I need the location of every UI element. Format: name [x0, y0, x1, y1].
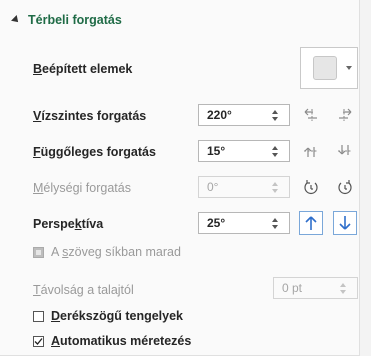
perspective-decrease-button[interactable] [333, 211, 357, 235]
y-rotation-value[interactable]: 15° [199, 144, 269, 158]
chevron-down-icon [346, 66, 352, 70]
autoscale-label: Automatikus méretezés [51, 334, 192, 348]
x-rotation-spinner[interactable]: 220° [198, 104, 290, 126]
spinner-arrows[interactable] [269, 145, 281, 157]
spin-up-icon[interactable] [340, 282, 346, 287]
rotate-left-icon [304, 108, 317, 121]
spin-up-icon[interactable] [272, 109, 278, 114]
rotate-counterclockwise-button[interactable] [299, 175, 323, 199]
spinner-arrows[interactable] [269, 181, 281, 193]
3d-rotation-panel: Térbeli forgatás Beépített elemek Vízszi… [0, 0, 360, 356]
presets-dropdown[interactable] [300, 47, 358, 89]
autoscale-checkbox[interactable] [33, 335, 44, 347]
spin-down-icon[interactable] [272, 116, 278, 121]
presets-label: Beépített elemek [33, 62, 133, 76]
perspective-value[interactable]: 25° [199, 216, 269, 230]
y-rotation-label: Függőleges forgatás [33, 145, 156, 159]
spin-down-icon[interactable] [272, 224, 278, 229]
spinner-arrows[interactable] [269, 217, 281, 229]
checkmark-icon [34, 337, 43, 345]
perspective-label: Perspektíva [33, 217, 104, 231]
perspective-increase-button[interactable] [299, 211, 323, 235]
y-rotation-spinner[interactable]: 15° [198, 140, 290, 162]
spin-up-icon[interactable] [272, 145, 278, 150]
autoscale-row[interactable]: Automatikus méretezés [33, 334, 191, 348]
keep-text-flat-checkbox[interactable] [33, 246, 44, 258]
z-rotation-label: Mélységi forgatás [33, 181, 131, 195]
rotate-up-icon [304, 147, 318, 157]
x-rotation-label: Vízszintes forgatás [33, 109, 147, 123]
rotate-clockwise-button[interactable] [333, 175, 357, 199]
preset-swatch-icon [313, 56, 337, 80]
spin-down-icon[interactable] [340, 289, 346, 294]
right-angle-axes-label: Derékszögű tengelyek [51, 309, 183, 323]
rotate-down-button[interactable] [333, 139, 357, 163]
arrow-up-icon [305, 216, 317, 230]
spinner-arrows[interactable] [269, 109, 281, 121]
section-header-3d-rotation[interactable]: Térbeli forgatás [8, 10, 122, 30]
arrow-down-icon [339, 216, 351, 230]
rotate-clockwise-icon [338, 180, 352, 194]
section-title: Térbeli forgatás [28, 13, 122, 27]
distance-label: Távolság a talajtól [33, 283, 134, 297]
right-angle-axes-row[interactable]: Derékszögű tengelyek [33, 309, 183, 323]
rotate-up-button[interactable] [299, 139, 323, 163]
rotate-left-button[interactable] [299, 103, 323, 127]
spin-down-icon[interactable] [272, 152, 278, 157]
spinner-arrows[interactable] [337, 282, 349, 294]
rotate-down-icon [338, 145, 352, 155]
z-rotation-spinner[interactable]: 0° [198, 176, 290, 198]
distance-spinner[interactable]: 0 pt [273, 277, 358, 299]
rotate-right-icon [339, 108, 352, 121]
rotate-counterclockwise-icon [304, 180, 318, 194]
collapse-triangle-icon[interactable] [11, 15, 21, 25]
spin-down-icon[interactable] [272, 188, 278, 193]
perspective-spinner[interactable]: 25° [198, 212, 290, 234]
x-rotation-value[interactable]: 220° [199, 108, 269, 122]
spin-up-icon[interactable] [272, 181, 278, 186]
keep-text-flat-label: A szöveg síkban marad [51, 245, 181, 259]
spin-up-icon[interactable] [272, 217, 278, 222]
keep-text-flat-row[interactable]: A szöveg síkban marad [33, 245, 181, 259]
right-angle-axes-checkbox[interactable] [33, 310, 44, 322]
distance-value[interactable]: 0 pt [274, 281, 337, 295]
rotate-right-button[interactable] [333, 103, 357, 127]
z-rotation-value[interactable]: 0° [199, 180, 269, 194]
